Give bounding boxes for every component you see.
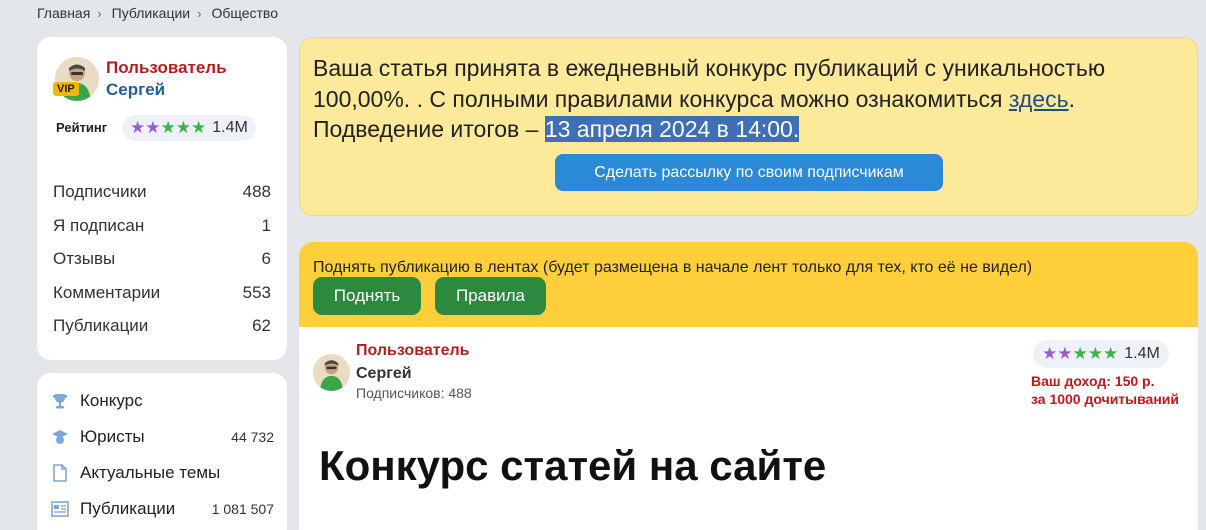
sidebar-item-lawyers[interactable]: Юристы 44 732 bbox=[50, 427, 274, 447]
sidebar-item-contest[interactable]: Конкурс bbox=[50, 391, 274, 411]
chevron-right-icon: › bbox=[197, 5, 202, 21]
profile-card: VIP Пользователь Сергей Рейтинг ★★★★★ 1.… bbox=[37, 37, 287, 360]
promo-text: Поднять публикацию в лентах (будет разме… bbox=[313, 259, 1033, 276]
breadcrumb: Главная › Публикации › Общество bbox=[37, 5, 278, 21]
publications-icon bbox=[50, 499, 70, 519]
author-rating-badge: ★★★★★ 1.4M bbox=[1033, 340, 1169, 368]
lawyer-cap-icon bbox=[50, 427, 70, 447]
breadcrumb-home[interactable]: Главная bbox=[37, 5, 90, 21]
sidebar-item-topics[interactable]: Актуальные темы bbox=[50, 463, 274, 483]
raise-button[interactable]: Поднять bbox=[313, 277, 421, 315]
stat-subscribed[interactable]: Я подписан 1 bbox=[53, 216, 271, 250]
author-name[interactable]: Сергей bbox=[356, 365, 412, 383]
trophy-icon bbox=[50, 391, 70, 411]
user-role[interactable]: Пользователь bbox=[106, 58, 227, 78]
results-date: 13 апреля 2024 в 14:00. bbox=[544, 116, 800, 142]
breadcrumb-publications[interactable]: Публикации bbox=[112, 5, 190, 21]
rating-value: 1.4M bbox=[212, 119, 248, 136]
rating-badge: ★★★★★ 1.4M bbox=[122, 115, 256, 141]
stat-subscribers[interactable]: Подписчики 488 bbox=[53, 182, 271, 216]
stat-comments[interactable]: Комментарии 553 bbox=[53, 283, 271, 317]
sidebar-item-publications[interactable]: Публикации 1 081 507 bbox=[50, 499, 274, 519]
author-role[interactable]: Пользователь bbox=[356, 342, 469, 360]
stat-publications[interactable]: Публикации 62 bbox=[53, 316, 271, 350]
breadcrumb-society[interactable]: Общество bbox=[211, 5, 278, 21]
rules-button[interactable]: Правила bbox=[435, 277, 546, 315]
vip-badge: VIP bbox=[53, 82, 79, 96]
sidebar-nav: Конкурс Юристы 44 732 Актуальные темы Пу… bbox=[37, 373, 287, 530]
author-avatar[interactable] bbox=[313, 354, 350, 391]
notice-text: Ваша статья принята в ежедневный конкурс… bbox=[313, 55, 1106, 142]
article-card: Поднять публикацию в лентах (будет разме… bbox=[299, 242, 1198, 530]
income-info: Ваш доход: 150 р. за 1000 дочитываний bbox=[1031, 373, 1179, 407]
stat-reviews[interactable]: Отзывы 6 bbox=[53, 249, 271, 283]
rating-stars-icon: ★★★★★ bbox=[130, 118, 207, 137]
author-rating-value: 1.4M bbox=[1124, 345, 1160, 362]
article-title: Конкурс статей на сайте bbox=[319, 442, 827, 489]
mailing-button[interactable]: Сделать рассылку по своим подписчикам bbox=[555, 154, 943, 191]
contest-notice: Ваша статья принята в ежедневный конкурс… bbox=[299, 37, 1198, 216]
rating-stars-icon: ★★★★★ bbox=[1042, 344, 1119, 363]
user-name[interactable]: Сергей bbox=[106, 80, 165, 100]
promo-panel: Поднять публикацию в лентах (будет разме… bbox=[299, 242, 1198, 327]
profile-stats: Подписчики 488 Я подписан 1 Отзывы 6 Коммен… bbox=[53, 182, 271, 350]
rules-link[interactable]: здесь bbox=[1009, 86, 1069, 112]
rating-label: Рейтинг bbox=[56, 120, 108, 135]
author-subscribers: Подписчиков: 488 bbox=[356, 385, 472, 401]
document-icon bbox=[50, 463, 70, 483]
chevron-right-icon: › bbox=[97, 5, 102, 21]
